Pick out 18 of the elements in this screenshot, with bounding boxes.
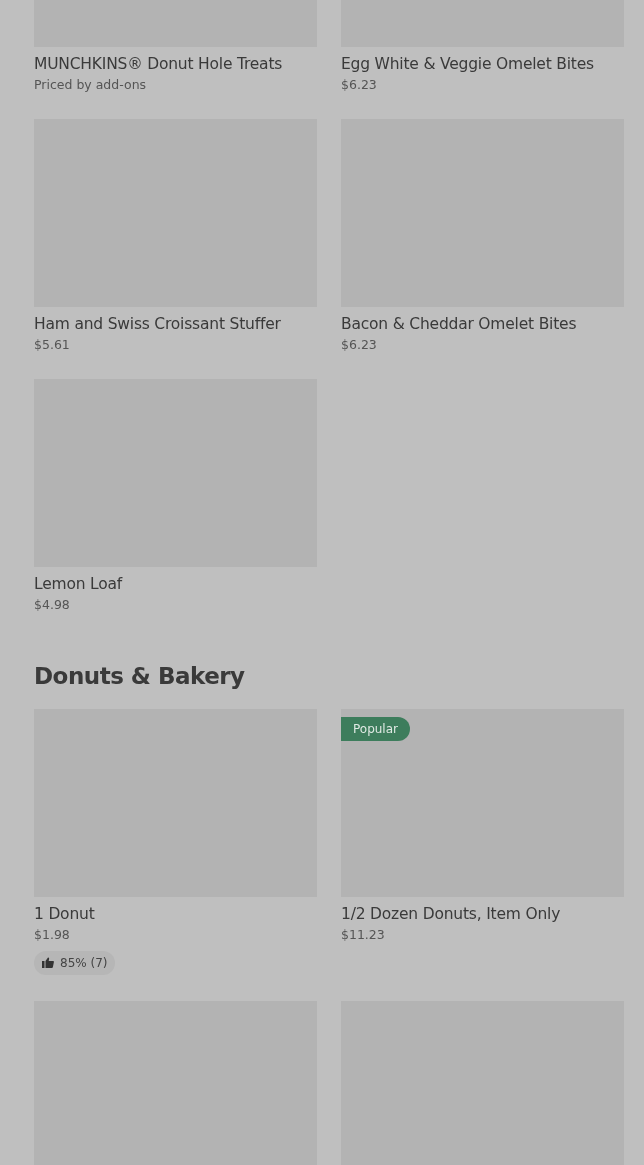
item-price: $6.23 (341, 337, 378, 353)
item-name[interactable]: Bacon & Cheddar Omelet Bites (341, 314, 624, 334)
item-price: $11.23 (341, 926, 386, 943)
item-name[interactable]: MUNCHKINS® Donut Hole Treats (34, 54, 317, 74)
item-price: $1.98 (34, 926, 71, 943)
item-price: $6.23 (341, 77, 378, 93)
item-price: $5.61 (34, 337, 71, 353)
item-name[interactable]: Egg White & Veggie Omelet Bites (341, 54, 624, 74)
item-name[interactable]: Lemon Loaf (34, 574, 317, 594)
popular-badge: Popular (341, 716, 410, 741)
section-heading: Donuts & Bakery (34, 663, 246, 691)
item-name[interactable]: Ham and Swiss Croissant Stuffer (34, 314, 317, 334)
thumbs-up-icon (42, 957, 54, 969)
rating-text: 85% (7) (60, 954, 108, 972)
item-name[interactable]: 1 Donut (34, 903, 317, 924)
item-name[interactable]: 1/2 Dozen Donuts, Item Only (341, 903, 624, 924)
item-price: Priced by add-ons (34, 77, 148, 93)
item-price: $4.98 (34, 597, 71, 613)
